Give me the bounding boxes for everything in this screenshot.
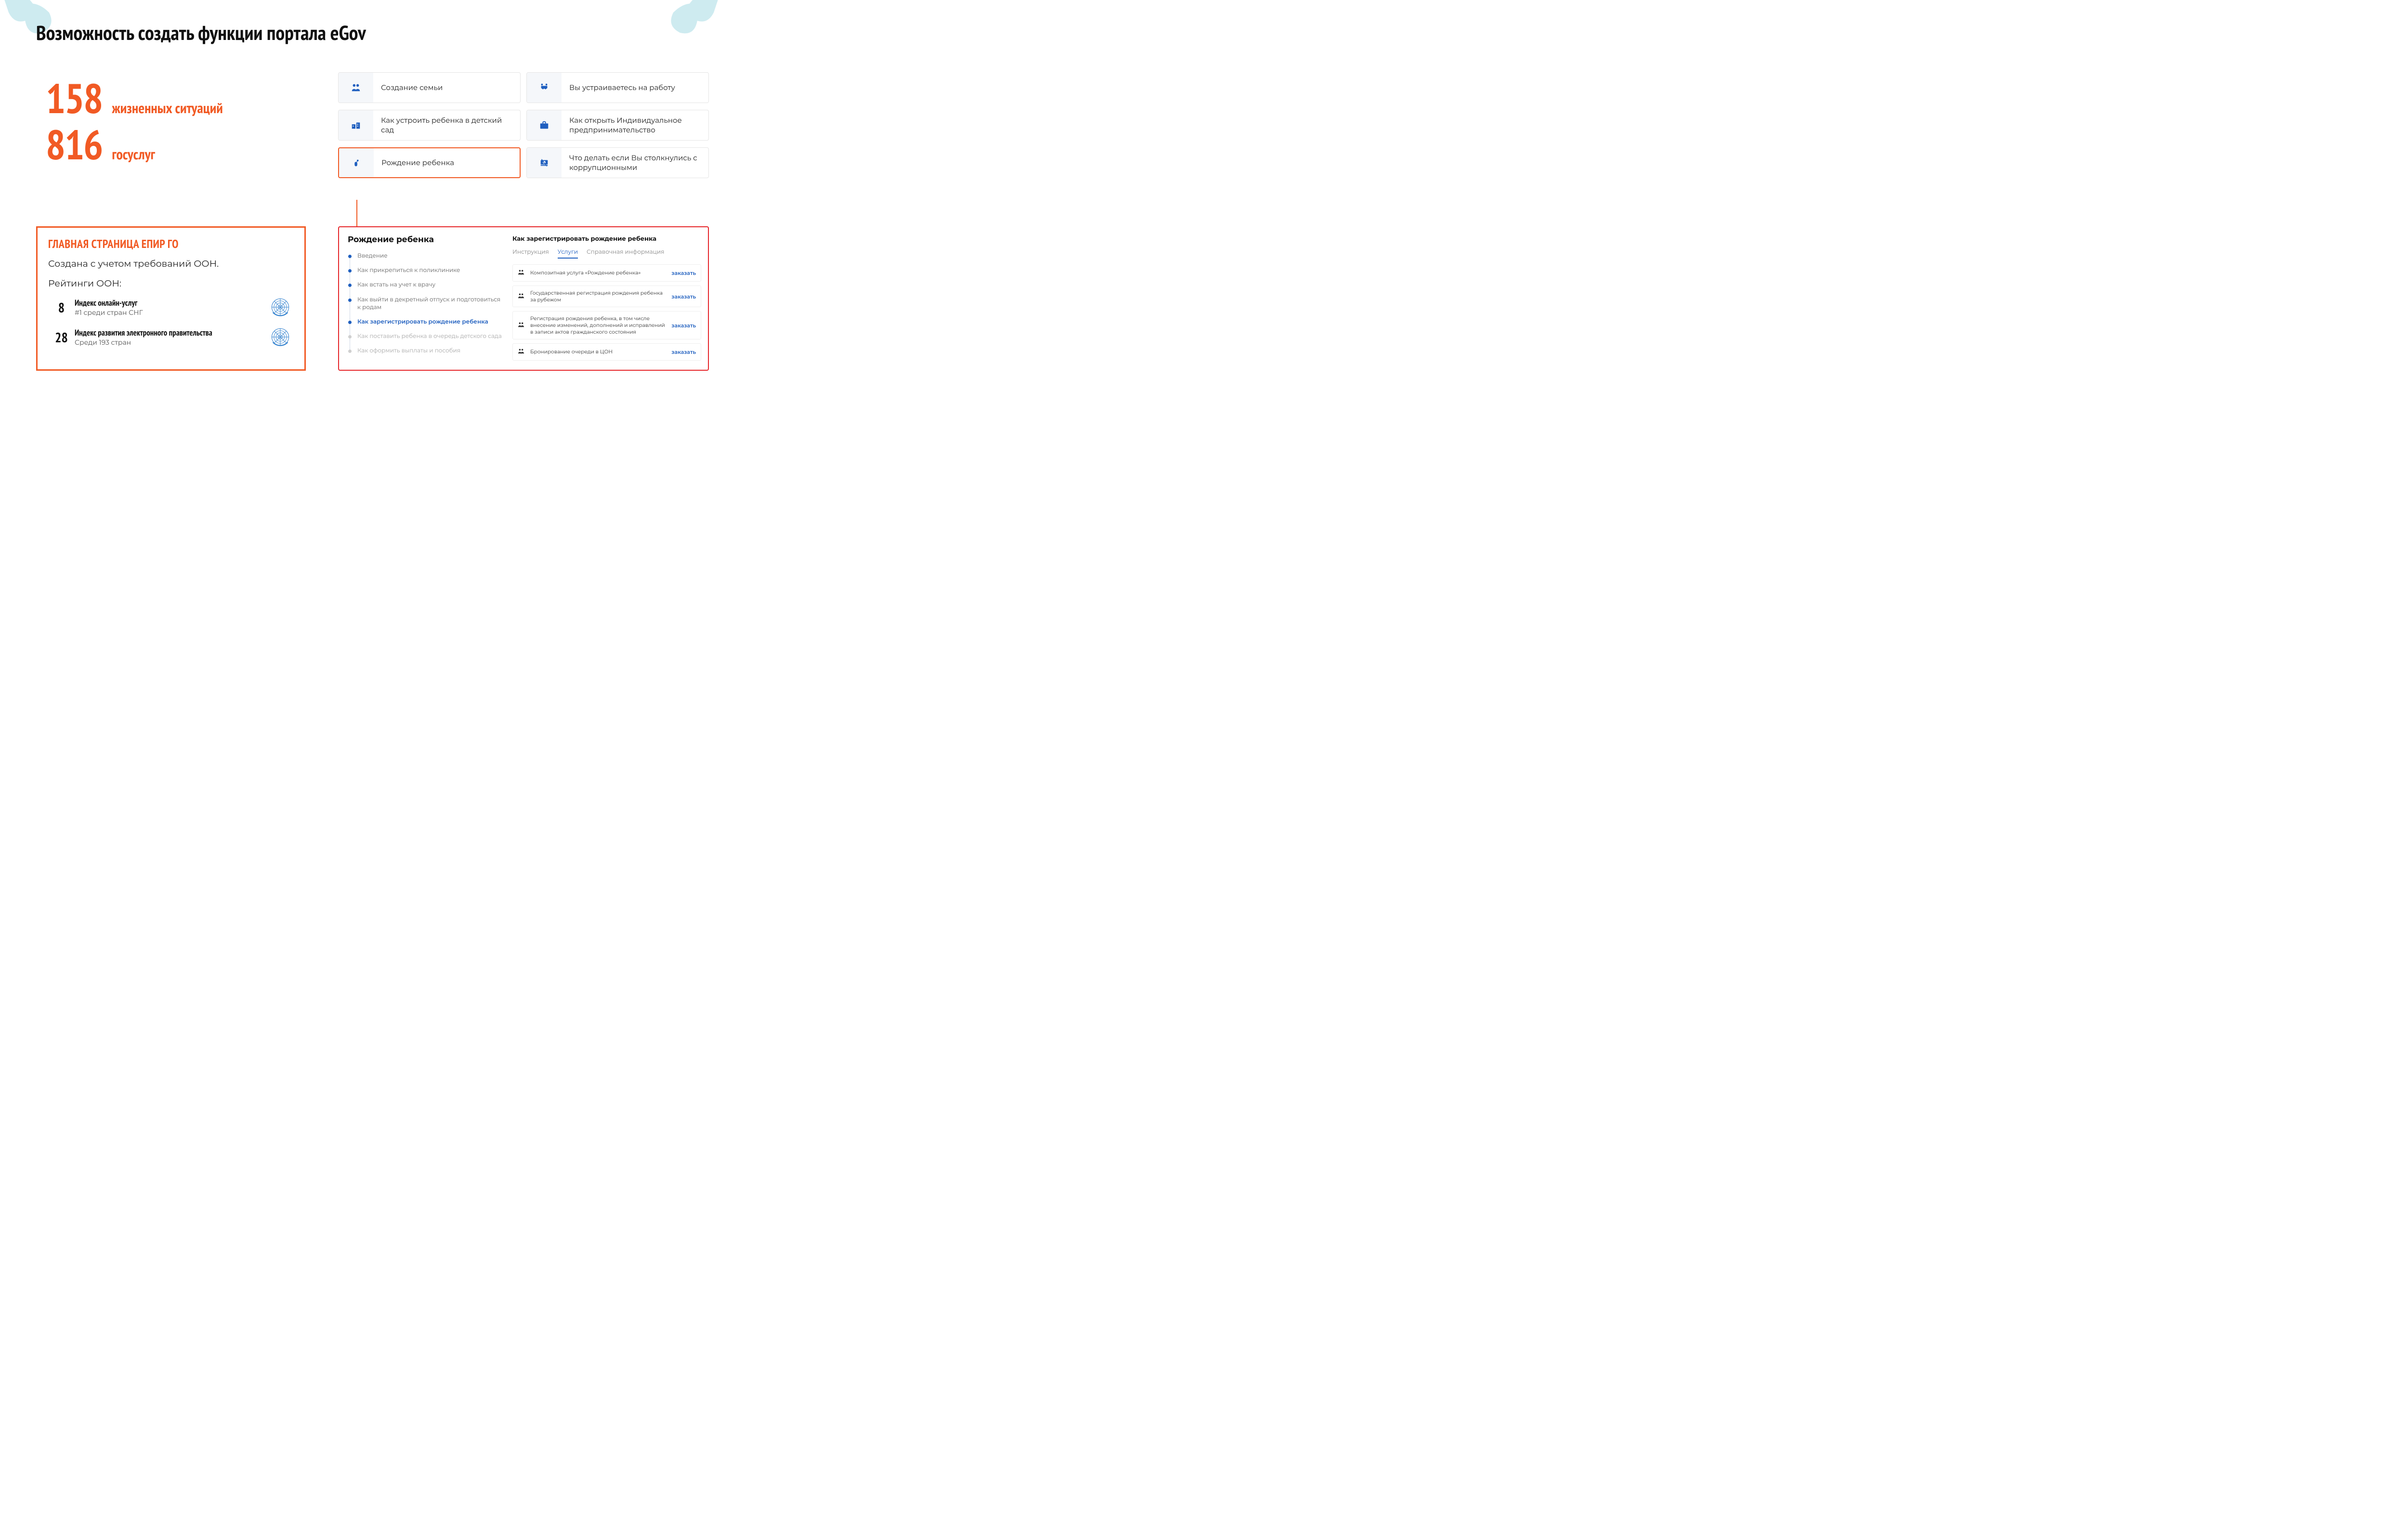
epir-ranks-label: Рейтинги ООН: xyxy=(48,278,294,289)
handshake-icon xyxy=(539,82,550,93)
stat-number-1: 158 xyxy=(46,77,102,118)
people-icon xyxy=(518,321,525,330)
step-item[interactable]: Как выйти в декретный отпуск и подготови… xyxy=(348,296,504,312)
tab-instruction[interactable]: Инструкция xyxy=(512,248,549,259)
service-row: Регистрация рождения ребенка, в том числ… xyxy=(512,311,701,339)
epir-heading: ГЛАВНАЯ СТРАНИЦА ЕПИР ГО xyxy=(48,236,294,251)
situation-cards-grid: Создание семьи Вы устраиваетесь на работ… xyxy=(338,72,709,178)
detail-services-column: Как зарегистрировать рождение ребенка Ин… xyxy=(512,227,708,370)
rank-row-2: 28 Индекс развития электронного правител… xyxy=(48,326,294,348)
un-emblem-icon xyxy=(270,326,291,348)
detail-panel: Рождение ребенка Введение Как прикрепить… xyxy=(338,226,709,371)
page-title: Возможность создать функции портала eGov xyxy=(36,19,366,46)
service-text: Бронирование очереди в ЦОН xyxy=(530,349,667,355)
stat-label-1: жизненных ситуаций xyxy=(112,99,222,117)
rank-subtitle: Среди 193 стран xyxy=(75,338,270,347)
stats-block: 158 жизненных ситуаций 816 госуслуг xyxy=(46,77,296,169)
service-text: Государственная регистрация рождения реб… xyxy=(530,290,667,303)
people-icon xyxy=(518,348,525,356)
detail-left-title: Рождение ребенка xyxy=(348,235,504,245)
card-label: Создание семьи xyxy=(373,78,450,97)
rank-number: 8 xyxy=(48,299,75,316)
situation-card-business[interactable]: Как открыть Индивидуальное предпринимате… xyxy=(526,110,709,141)
service-row: Бронирование очереди в ЦОН заказать xyxy=(512,343,701,361)
service-row: Композитная услуга «Рождение ребенка» за… xyxy=(512,264,701,282)
service-row: Государственная регистрация рождения реб… xyxy=(512,286,701,307)
step-item[interactable]: Как поставить ребенка в очередь детского… xyxy=(348,333,504,340)
kindergarten-icon xyxy=(351,120,361,130)
service-text: Регистрация рождения ребенка, в том числ… xyxy=(530,315,667,335)
order-link[interactable]: заказать xyxy=(671,349,696,355)
steps-list: Введение Как прикрепиться к поликлинике … xyxy=(348,252,504,355)
step-item[interactable]: Как оформить выплаты и пособия xyxy=(348,347,504,355)
connector-line xyxy=(356,200,357,226)
step-item[interactable]: Как прикрепиться к поликлинике xyxy=(348,267,504,274)
card-label: Рождение ребенка xyxy=(374,153,462,172)
card-label: Как открыть Индивидуальное предпринимате… xyxy=(562,111,708,140)
rank-number: 28 xyxy=(48,328,75,346)
people-icon xyxy=(518,269,525,277)
stat-label-2: госуслуг xyxy=(112,145,155,164)
step-item[interactable]: Введение xyxy=(348,252,504,260)
situation-card-family[interactable]: Создание семьи xyxy=(338,72,521,103)
situation-card-birth[interactable]: Рождение ребенка xyxy=(338,147,521,178)
anticorruption-icon xyxy=(539,157,550,168)
tab-reference[interactable]: Справочная информация xyxy=(587,248,664,259)
un-emblem-icon xyxy=(270,297,291,318)
card-label: Вы устраиваетесь на работу xyxy=(562,78,683,97)
order-link[interactable]: заказать xyxy=(671,293,696,300)
detail-tabs: Инструкция Услуги Справочная информация xyxy=(512,248,701,259)
family-icon xyxy=(351,82,361,93)
baby-icon xyxy=(351,157,362,168)
tab-services[interactable]: Услуги xyxy=(558,248,578,259)
step-item-active[interactable]: Как зарегистрировать рождение ребенка xyxy=(348,318,504,326)
people-icon xyxy=(518,292,525,301)
step-item[interactable]: Как встать на учет к врачу xyxy=(348,281,504,289)
epir-panel: ГЛАВНАЯ СТРАНИЦА ЕПИР ГО Создана с учето… xyxy=(36,226,306,371)
rank-title: Индекс онлайн-услуг xyxy=(75,298,270,308)
detail-right-title: Как зарегистрировать рождение ребенка xyxy=(512,235,701,243)
service-text: Композитная услуга «Рождение ребенка» xyxy=(530,270,667,276)
situation-card-kindergarten[interactable]: Как устроить ребенка в детский сад xyxy=(338,110,521,141)
epir-subtitle: Создана с учетом требований ООН. xyxy=(48,258,294,269)
order-link[interactable]: заказать xyxy=(671,270,696,276)
decoration-top-right xyxy=(650,0,737,53)
stat-number-2: 816 xyxy=(46,123,102,165)
briefcase-icon xyxy=(539,120,550,130)
rank-row-1: 8 Индекс онлайн-услуг #1 среди стран СНГ xyxy=(48,297,294,318)
situation-card-job[interactable]: Вы устраиваетесь на работу xyxy=(526,72,709,103)
situation-card-corruption[interactable]: Что делать если Вы столкнулись с коррупц… xyxy=(526,147,709,178)
rank-title: Индекс развития электронного правительст… xyxy=(75,327,270,338)
rank-subtitle: #1 среди стран СНГ xyxy=(75,308,270,317)
order-link[interactable]: заказать xyxy=(671,322,696,329)
card-label: Как устроить ребенка в детский сад xyxy=(373,111,520,140)
card-label: Что делать если Вы столкнулись с коррупц… xyxy=(562,148,708,178)
detail-steps-column: Рождение ребенка Введение Как прикрепить… xyxy=(339,227,512,370)
